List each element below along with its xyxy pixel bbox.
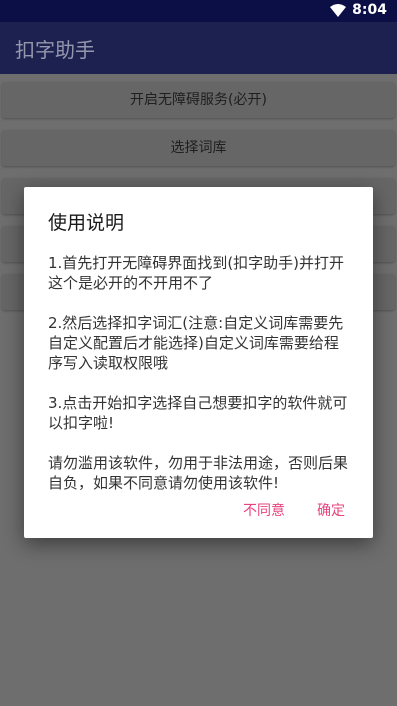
status-bar: 8:04 xyxy=(0,0,397,22)
dialog-paragraph-3: 3.点击开始扣字选择自己想要扣字的软件就可以扣字啦! xyxy=(48,394,348,432)
dialog-title: 使用说明 xyxy=(48,212,125,234)
wifi-icon xyxy=(330,3,347,17)
confirm-button[interactable]: 确定 xyxy=(317,500,345,520)
app-title: 扣字助手 xyxy=(15,38,95,62)
instructions-dialog: 使用说明 1.首先打开无障碍界面找到(扣字助手)并打开这个是必开的不开用不了 2… xyxy=(24,187,373,538)
disagree-button[interactable]: 不同意 xyxy=(243,500,285,520)
dialog-paragraph-4: 请勿滥用该软件，勿用于非法用途，否则后果自负，如果不同意请勿使用该软件! xyxy=(48,454,349,492)
status-icons: 8:04 xyxy=(330,2,387,18)
status-time: 8:04 xyxy=(352,2,387,18)
app-bar: 扣字助手 xyxy=(0,22,397,74)
dialog-body: 1.首先打开无障碍界面找到(扣字助手)并打开这个是必开的不开用不了 2.然后选择… xyxy=(48,253,353,513)
select-lexicon-button[interactable]: 选择词库 xyxy=(2,130,395,166)
dialog-paragraph-2: 2.然后选择扣字词汇(注意:自定义词库需要先自定义配置后才能选择)自定义词库需要… xyxy=(48,314,344,372)
dialog-paragraph-1: 1.首先打开无障碍界面找到(扣字助手)并打开这个是必开的不开用不了 xyxy=(48,254,345,292)
enable-accessibility-button[interactable]: 开启无障碍服务(必开) xyxy=(2,82,395,118)
dialog-actions: 不同意 确定 xyxy=(243,500,345,520)
